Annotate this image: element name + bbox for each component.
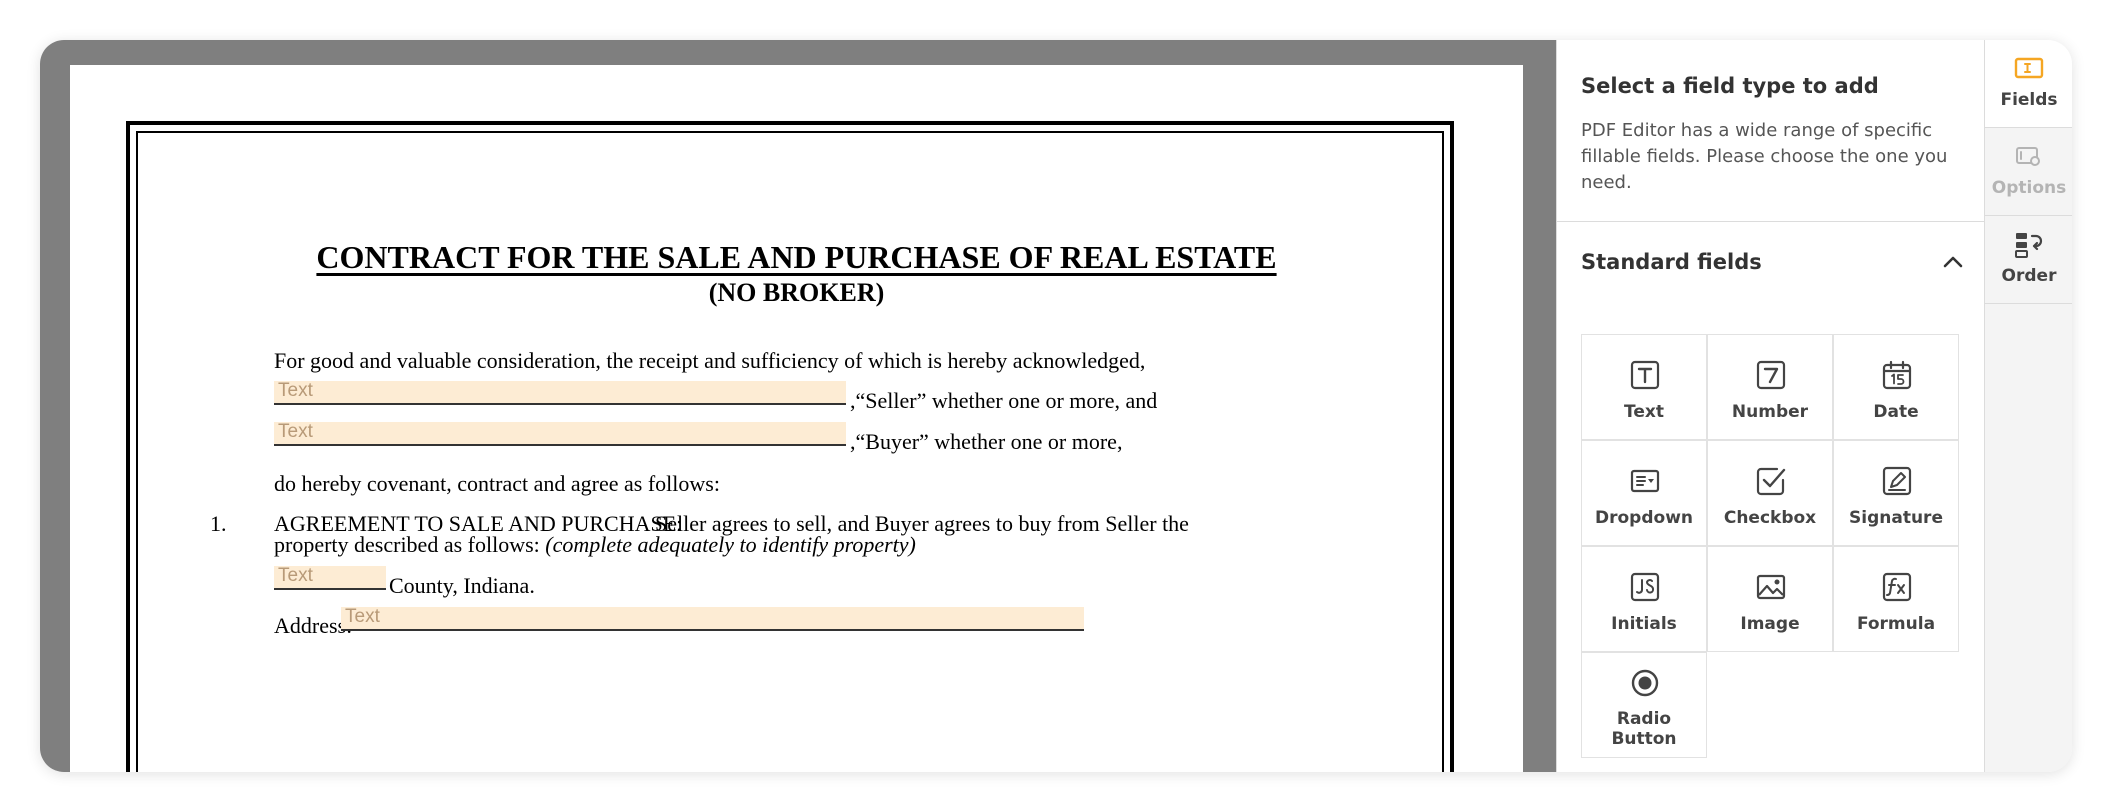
tab-order[interactable]: Order: [1985, 216, 2072, 304]
field-type-label: Radio Button: [1611, 709, 1677, 749]
field-type-label: Signature: [1849, 508, 1943, 528]
chevron-up-icon[interactable]: [1941, 250, 1965, 274]
checkbox-field-icon: [1756, 467, 1786, 496]
document-page: CONTRACT FOR THE SALE AND PURCHASE OF RE…: [70, 65, 1523, 772]
address-field[interactable]: Text: [341, 607, 1084, 631]
tab-label: Order: [2001, 266, 2057, 286]
field-type-label: Checkbox: [1723, 508, 1817, 528]
formula-field-icon: [1882, 572, 1912, 602]
field-panel: Select a field type to add PDF Editor ha…: [1556, 40, 1985, 772]
field-type-label: Date: [1873, 402, 1919, 422]
field-type-signature[interactable]: Signature: [1833, 440, 1959, 546]
number-field-icon: [1756, 360, 1786, 390]
tab-options[interactable]: Options: [1985, 128, 2072, 216]
document-viewer[interactable]: CONTRACT FOR THE SALE AND PURCHASE OF RE…: [40, 40, 1556, 772]
document-title: CONTRACT FOR THE SALE AND PURCHASE OF RE…: [316, 239, 1277, 275]
initials-field-icon: [1630, 572, 1660, 602]
field-type-formula[interactable]: Formula: [1833, 546, 1959, 652]
seller-name-field[interactable]: Text: [274, 381, 846, 405]
date-field-icon: [1882, 360, 1912, 390]
order-tab-icon: [2015, 233, 2043, 258]
field-type-dropdown[interactable]: Dropdown: [1581, 440, 1707, 546]
panel-description: PDF Editor has a wide range of specific …: [1581, 120, 1948, 193]
field-type-label: Formula: [1856, 614, 1936, 634]
field-type-checkbox[interactable]: Checkbox: [1707, 440, 1833, 546]
section-1-line2-text: property described as follows:: [274, 532, 540, 557]
field-type-date[interactable]: Date: [1833, 334, 1959, 440]
county-field[interactable]: Text: [274, 566, 386, 590]
county-suffix-text: County, Indiana.: [389, 573, 535, 598]
text-field-icon: [1630, 360, 1660, 390]
field-type-label: Number: [1731, 402, 1809, 422]
standard-fields-title: Standard fields: [1581, 250, 1762, 274]
standard-fields-grid: Text Number Date Dropdown Checkbox Signa…: [1581, 334, 1959, 758]
field-type-number[interactable]: Number: [1707, 334, 1833, 440]
buyer-suffix-text: ,“Buyer” whether one or more,: [850, 429, 1123, 454]
options-tab-icon: [2016, 147, 2040, 166]
image-field-icon: [1756, 574, 1786, 600]
section-1-italic-note: (complete adequately to identify propert…: [545, 532, 916, 557]
panel-title: Select a field type to add: [1581, 74, 1879, 98]
panel-divider: [1557, 221, 1985, 222]
field-type-initials[interactable]: Initials: [1581, 546, 1707, 652]
field-type-label: Text: [1624, 402, 1664, 422]
field-type-label: Dropdown: [1595, 508, 1693, 528]
field-type-text[interactable]: Text: [1581, 334, 1707, 440]
field-type-radio-button[interactable]: Radio Button: [1581, 652, 1707, 758]
radio-button-field-icon: [1631, 669, 1659, 697]
dropdown-field-icon: [1630, 469, 1660, 493]
seller-suffix-text: ,“Seller” whether one or more, and: [850, 388, 1158, 413]
fields-tab-icon: [2014, 57, 2044, 79]
field-type-image[interactable]: Image: [1707, 546, 1833, 652]
tab-label: Options: [1991, 178, 2067, 198]
covenant-text: do hereby covenant, contract and agree a…: [274, 471, 720, 496]
section-1-number: 1.: [210, 511, 227, 536]
tab-label: Fields: [2000, 90, 2058, 110]
pdf-editor-app: CONTRACT FOR THE SALE AND PURCHASE OF RE…: [40, 40, 2072, 772]
tab-fields[interactable]: Fields: [1985, 40, 2072, 128]
intro-text: For good and valuable consideration, the…: [274, 348, 1146, 373]
section-1-line2: property described as follows: (complete…: [274, 532, 916, 558]
field-type-label: Initials: [1611, 614, 1677, 634]
side-tabs: Fields Options Order: [1984, 40, 2072, 772]
buyer-name-field[interactable]: Text: [274, 422, 846, 446]
standard-fields-header[interactable]: Standard fields: [1581, 246, 1965, 280]
document-subtitle: (NO BROKER): [708, 278, 885, 307]
signature-field-icon: [1882, 466, 1912, 496]
field-type-label: Image: [1740, 614, 1800, 634]
